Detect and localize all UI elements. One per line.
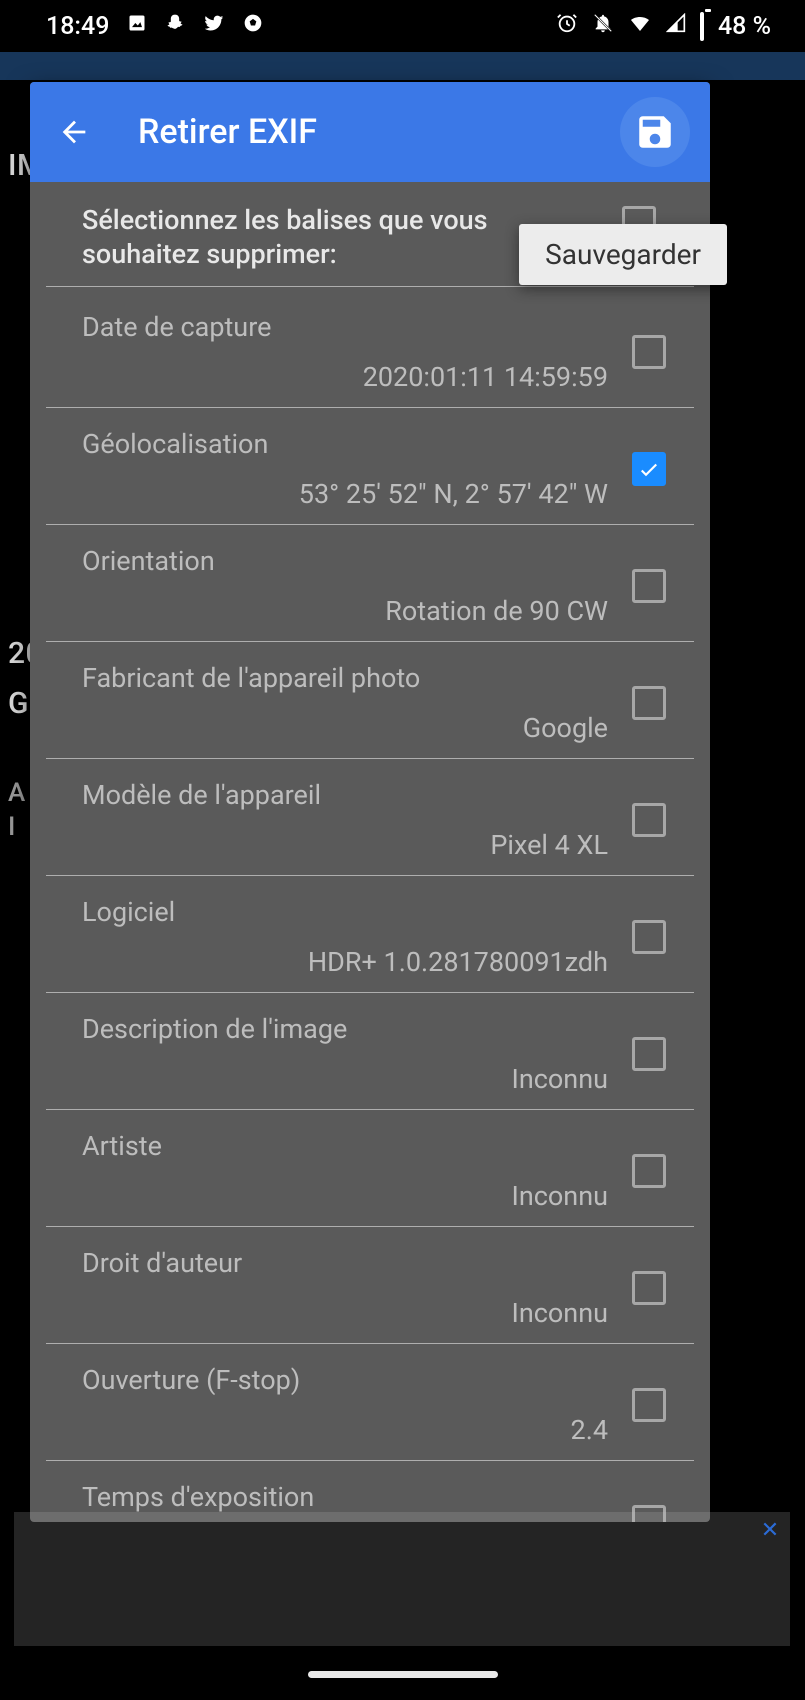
exif-item-checkbox[interactable] [632, 803, 666, 837]
dnd-icon [592, 12, 614, 40]
save-tooltip: Sauvegarder [519, 224, 727, 285]
exif-item-label: Description de l'image [82, 1013, 614, 1045]
gallery-icon [127, 13, 147, 39]
bg-text: I [8, 812, 16, 842]
twitter-icon [203, 12, 225, 40]
status-time: 18:49 [46, 12, 109, 41]
exif-item-label: Temps d'exposition [82, 1481, 614, 1513]
exif-item-checkbox[interactable] [632, 1154, 666, 1188]
exif-item-value: Inconnu [82, 1180, 614, 1212]
exif-item-value: HDR+ 1.0.281780091zdh [82, 946, 614, 978]
exif-item-label: Artiste [82, 1130, 614, 1162]
status-bar: 18:49 48 % [0, 0, 805, 52]
nav-home-pill[interactable] [308, 1671, 498, 1678]
status-right: 48 % [556, 11, 771, 41]
exif-item-label: Ouverture (F-stop) [82, 1364, 614, 1396]
exif-item-checkbox[interactable] [632, 1271, 666, 1305]
status-left: 18:49 [46, 12, 263, 41]
exif-item-checkbox[interactable] [632, 452, 666, 486]
exif-item[interactable]: Géolocalisation 53° 25' 52" N, 2° 57' 42… [46, 408, 694, 525]
exif-item-checkbox[interactable] [632, 1388, 666, 1422]
exif-item-value: Inconnu [82, 1063, 614, 1095]
exif-item-checkbox[interactable] [632, 920, 666, 954]
dialog-body[interactable]: Sélectionnez les balises que vous souhai… [30, 182, 710, 1522]
exif-item[interactable]: Droit d'auteur Inconnu [46, 1227, 694, 1344]
exif-item-label: Logiciel [82, 896, 614, 928]
dialog-header: Retirer EXIF [30, 82, 710, 182]
battery-icon [700, 14, 704, 39]
exif-item[interactable]: Logiciel HDR+ 1.0.281780091zdh [46, 876, 694, 993]
exif-item-label: Géolocalisation [82, 428, 614, 460]
back-button[interactable] [50, 108, 98, 156]
exif-item[interactable]: Date de capture 2020:01:11 14:59:59 [46, 291, 694, 408]
exif-item-label: Orientation [82, 545, 614, 577]
exif-item-label: Date de capture [82, 311, 614, 343]
exif-item[interactable]: Ouverture (F-stop) 2.4 [46, 1344, 694, 1461]
signal-icon [666, 13, 686, 39]
bg-text: G [8, 686, 29, 721]
exif-item-value: 2020:01:11 14:59:59 [82, 361, 614, 393]
exif-item-value: Inconnu [82, 1297, 614, 1329]
exif-item-checkbox[interactable] [632, 1037, 666, 1071]
exif-item-checkbox[interactable] [632, 686, 666, 720]
exif-item-label: Fabricant de l'appareil photo [82, 662, 614, 694]
save-button[interactable] [620, 97, 690, 167]
background-app-header [0, 52, 805, 80]
ad-close-button[interactable]: ✕ [758, 1518, 782, 1542]
remove-exif-dialog: Retirer EXIF Sélectionnez les balises qu… [30, 82, 710, 1522]
soccer-icon [243, 13, 263, 39]
exif-item[interactable]: Description de l'image Inconnu [46, 993, 694, 1110]
exif-item-value: 2.4 [82, 1414, 614, 1446]
exif-item-label: Modèle de l'appareil [82, 779, 614, 811]
battery-percent: 48 % [718, 12, 771, 41]
ad-banner[interactable]: ✕ [14, 1512, 790, 1646]
exif-item[interactable]: Orientation Rotation de 90 CW [46, 525, 694, 642]
bg-text: A [8, 778, 26, 808]
alarm-icon [556, 12, 578, 40]
exif-item[interactable]: Fabricant de l'appareil photo Google [46, 642, 694, 759]
snapchat-icon [165, 13, 185, 39]
exif-item[interactable]: Modèle de l'appareil Pixel 4 XL [46, 759, 694, 876]
exif-item-label: Droit d'auteur [82, 1247, 614, 1279]
exif-item-value: Google [82, 712, 614, 744]
exif-item-value: Pixel 4 XL [82, 829, 614, 861]
exif-item[interactable]: Artiste Inconnu [46, 1110, 694, 1227]
exif-item-checkbox[interactable] [632, 569, 666, 603]
exif-item-checkbox[interactable] [632, 335, 666, 369]
android-navbar [0, 1654, 805, 1694]
exif-item-value: 53° 25' 52" N, 2° 57' 42" W [82, 478, 614, 510]
exif-item-value: Rotation de 90 CW [82, 595, 614, 627]
dialog-title: Retirer EXIF [138, 112, 620, 152]
wifi-icon [628, 11, 652, 41]
